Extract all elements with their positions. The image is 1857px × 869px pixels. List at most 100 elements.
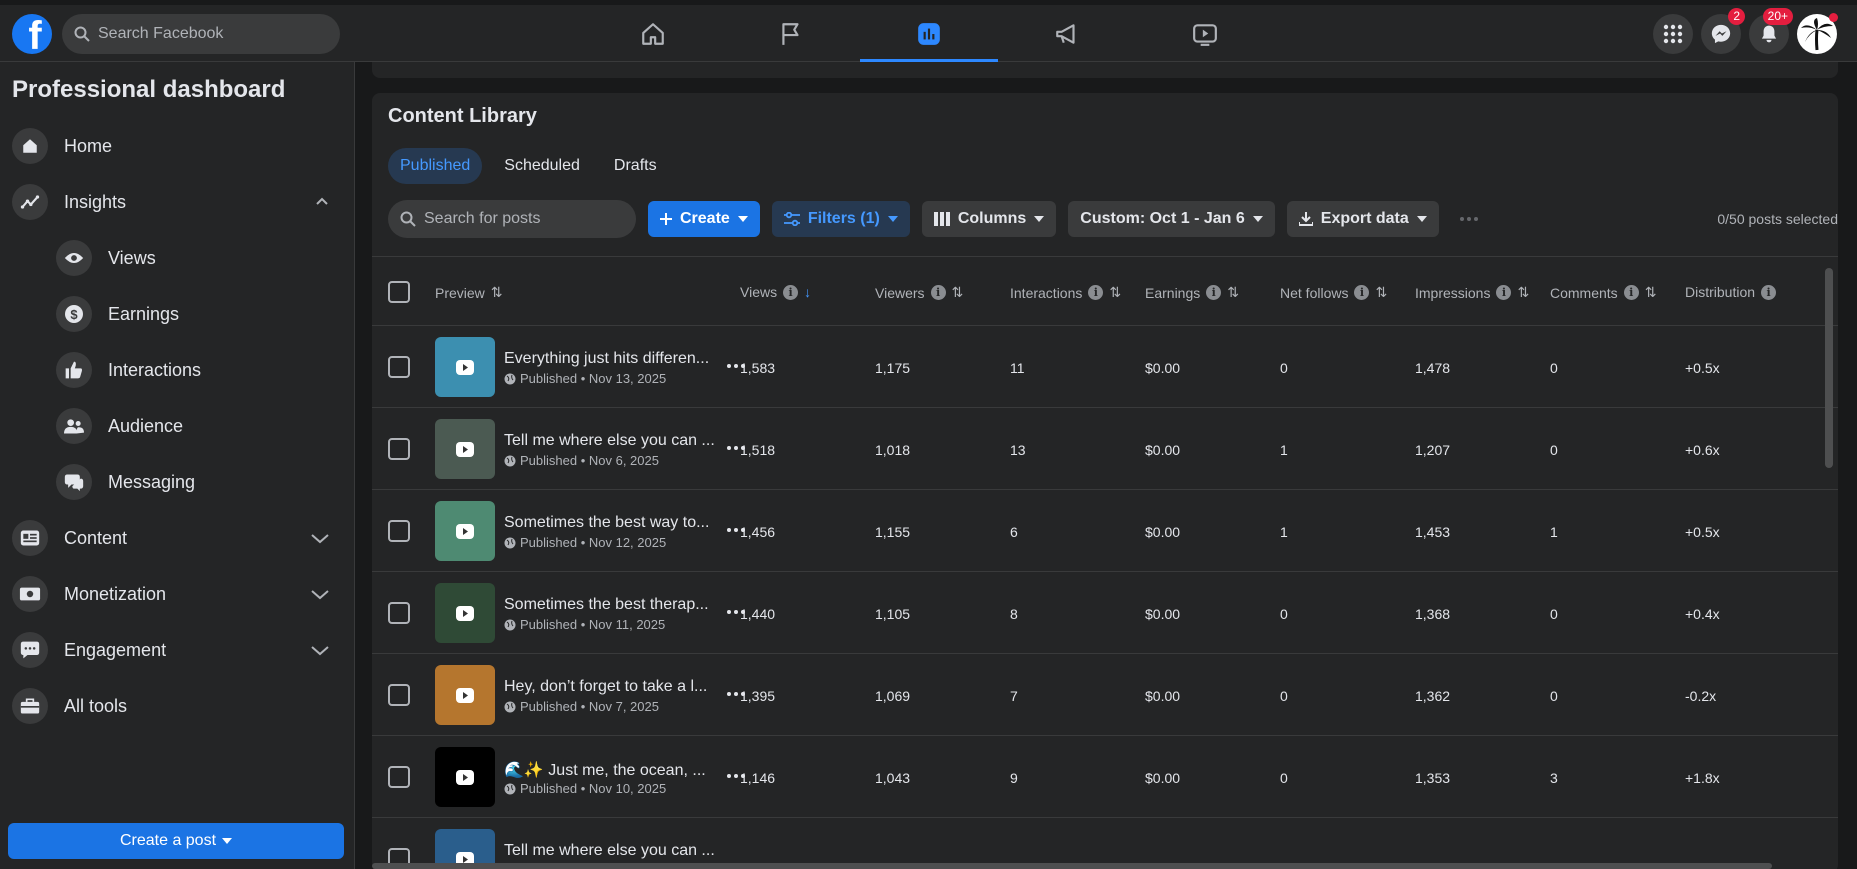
sidebar-item-views[interactable]: Views [56, 232, 336, 284]
header-comments[interactable]: Comments i ⇅ [1550, 284, 1656, 301]
post-thumbnail[interactable] [435, 583, 495, 643]
table-row[interactable]: Tell me where else you can ... [372, 818, 1838, 869]
header-preview[interactable]: Preview ⇅ [435, 284, 503, 301]
selected-count: 0/50 [1717, 211, 1745, 227]
cell-viewers: 1,069 [875, 688, 911, 704]
sidebar-item-label: Home [64, 135, 113, 156]
library-toolbar: Create Filters (1) Columns Custom: Oct 1… [388, 200, 1838, 238]
sidebar-item-monetization[interactable]: Monetization [12, 568, 342, 620]
header-viewers[interactable]: Viewers i ⇅ [875, 284, 963, 301]
nav-dashboard[interactable] [860, 5, 998, 62]
sidebar-item-all-tools[interactable]: All tools [12, 680, 342, 732]
palm-tree-avatar-icon [1801, 18, 1833, 51]
post-title[interactable]: Tell me where else you can ... [504, 432, 714, 450]
sidebar-item-audience[interactable]: Audience [56, 400, 336, 452]
menu-button[interactable] [1653, 14, 1693, 54]
post-title[interactable]: Sometimes the best way to... [504, 514, 714, 532]
cell-impressions: 1,453 [1415, 524, 1451, 540]
post-title[interactable]: Sometimes the best therap... [504, 596, 714, 614]
nav-pages[interactable] [722, 5, 860, 62]
chevron-down-icon[interactable] [310, 586, 330, 602]
sidebar-item-engagement[interactable]: Engagement [12, 624, 342, 676]
cell-viewers: 1,105 [875, 606, 911, 622]
post-search-input[interactable] [424, 210, 624, 228]
cell-comments: 3 [1550, 770, 1558, 786]
post-title[interactable]: Everything just hits differen... [504, 350, 714, 368]
vertical-scrollbar[interactable] [1825, 268, 1833, 468]
sidebar-item-label: Audience [108, 415, 184, 436]
more-options-button[interactable] [1451, 201, 1487, 237]
tab-scheduled[interactable]: Scheduled [492, 148, 592, 184]
tab-published[interactable]: Published [388, 148, 483, 184]
sort-icon: ⇅ [951, 284, 964, 300]
date-range-button[interactable]: Custom: Oct 1 - Jan 6 [1068, 201, 1275, 237]
filters-button[interactable]: Filters (1) [771, 201, 910, 237]
header-interactions[interactable]: Interactions i ⇅ [1010, 284, 1121, 301]
sidebar-item-home[interactable]: Home [12, 120, 342, 172]
post-title[interactable]: Tell me where else you can ... [504, 842, 714, 860]
post-thumbnail[interactable] [435, 419, 495, 479]
profile-avatar[interactable] [1797, 13, 1838, 54]
table-row[interactable]: Sometimes the best way to... Published • … [372, 490, 1838, 572]
table-row[interactable]: Everything just hits differen... Publishe… [372, 326, 1838, 408]
search-input[interactable] [98, 25, 318, 43]
post-search[interactable] [388, 200, 636, 238]
row-checkbox[interactable] [388, 520, 410, 542]
nav-ads[interactable] [998, 5, 1136, 62]
sidebar-item-interactions[interactable]: Interactions [56, 344, 336, 396]
sidebar-item-earnings[interactable]: $ Earnings [56, 288, 336, 340]
sidebar-item-insights[interactable]: Insights [12, 176, 342, 228]
table-row[interactable]: Hey, don’t forget to take a l... Publishe… [372, 654, 1838, 736]
header-views[interactable]: Views i ↓ [740, 284, 811, 300]
nav-home[interactable] [584, 5, 722, 62]
table-row[interactable]: 🌊✨ Just me, the ocean, ... Published • No… [372, 736, 1838, 818]
row-checkbox[interactable] [388, 602, 410, 624]
header-distribution[interactable]: Distribution i [1685, 284, 1777, 300]
svg-text:$: $ [70, 307, 78, 322]
row-checkbox[interactable] [388, 766, 410, 788]
header-impressions[interactable]: Impressions i ⇅ [1415, 284, 1529, 301]
sidebar-item-messaging[interactable]: Messaging [56, 456, 336, 508]
sort-icon: ⇅ [1109, 284, 1122, 300]
horizontal-scrollbar[interactable] [372, 863, 1772, 869]
table-row[interactable]: Sometimes the best therap... Published • … [372, 572, 1838, 654]
table-row[interactable]: Tell me where else you can ... Published … [372, 408, 1838, 490]
post-thumbnail[interactable] [435, 501, 495, 561]
columns-button[interactable]: Columns [921, 201, 1057, 237]
sort-icon: ⇅ [490, 284, 503, 300]
sidebar-item-content[interactable]: Content [12, 512, 342, 564]
row-checkbox[interactable] [388, 684, 410, 706]
header-earnings[interactable]: Earnings i ⇅ [1145, 284, 1239, 301]
export-data-button[interactable]: Export data [1286, 201, 1439, 237]
post-title[interactable]: 🌊✨ Just me, the ocean, ... [504, 760, 714, 780]
row-checkbox[interactable] [388, 356, 410, 378]
header-net-follows[interactable]: Net follows i ⇅ [1280, 284, 1387, 301]
messenger-button[interactable]: 2 [1701, 8, 1745, 54]
chevron-down-icon[interactable] [310, 642, 330, 658]
facebook-search[interactable] [62, 14, 340, 54]
facebook-logo[interactable]: f [12, 14, 52, 54]
post-thumbnail[interactable] [435, 747, 495, 807]
cell-impressions: 1,353 [1415, 770, 1451, 786]
create-post-button[interactable]: Create a post [8, 823, 344, 859]
cell-impressions: 1,362 [1415, 688, 1451, 704]
nav-video[interactable] [1136, 5, 1274, 62]
sort-icon: ⇅ [1227, 284, 1239, 300]
post-title[interactable]: Hey, don’t forget to take a l... [504, 678, 714, 696]
row-checkbox[interactable] [388, 438, 410, 460]
chevron-down-icon[interactable] [310, 530, 330, 546]
post-meta: Published • Nov 12, 2025 [504, 535, 666, 550]
cell-interactions: 9 [1010, 770, 1018, 786]
post-thumbnail[interactable] [435, 665, 495, 725]
notifications-button[interactable]: 20+ [1749, 8, 1793, 54]
cell-earnings: $0.00 [1145, 770, 1181, 786]
cell-earnings: $0.00 [1145, 360, 1181, 376]
cell-interactions: 8 [1010, 606, 1018, 622]
chevron-up-icon[interactable] [314, 194, 330, 210]
post-thumbnail[interactable] [435, 337, 495, 397]
plus-icon [660, 213, 672, 225]
tab-drafts[interactable]: Drafts [602, 148, 669, 184]
select-all-checkbox[interactable] [388, 281, 410, 303]
create-button[interactable]: Create [648, 201, 760, 237]
reel-icon [456, 524, 474, 539]
